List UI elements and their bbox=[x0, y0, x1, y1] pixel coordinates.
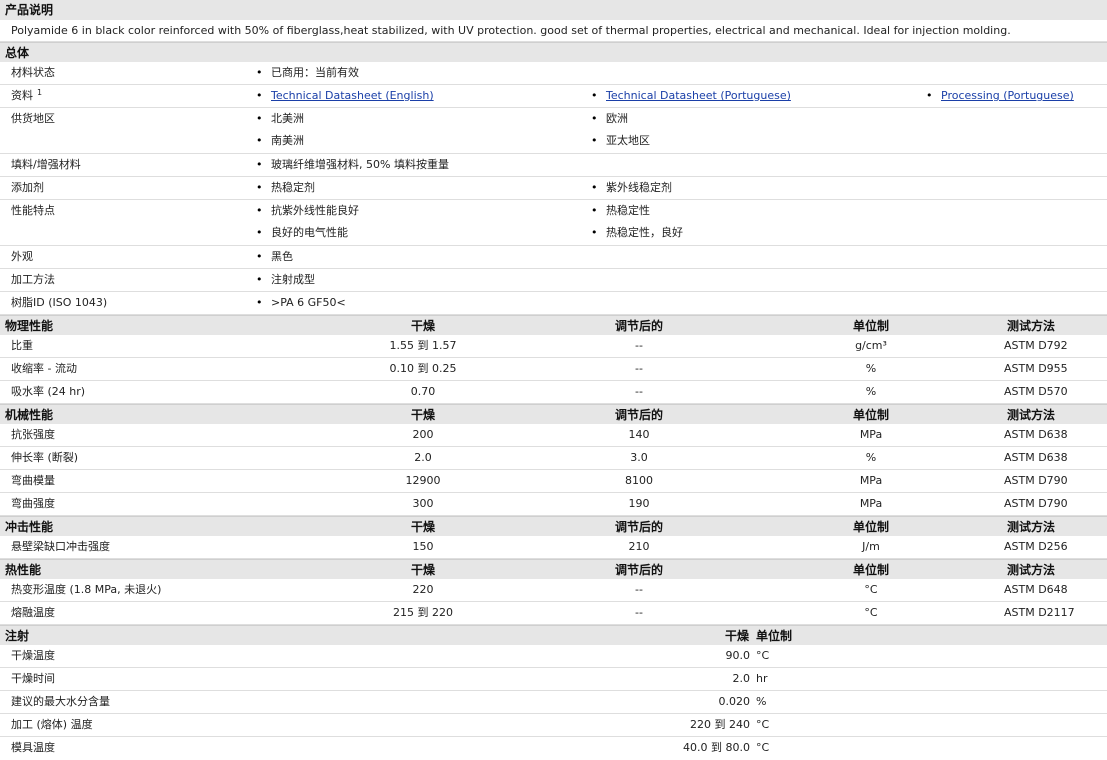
value-item: 亚太地区 bbox=[591, 130, 650, 152]
section-title: 总体 bbox=[5, 46, 30, 60]
value-item: 北美洲 bbox=[256, 108, 304, 130]
table-row: 热变形温度 (1.8 MPa, 未退火) 220 -- °C ASTM D648 bbox=[0, 579, 1107, 602]
section-title: 机械性能 bbox=[5, 408, 54, 422]
row-label: 性能特点 bbox=[11, 204, 55, 217]
table-row: 加工 (熔体) 温度 220 到 240 °C bbox=[0, 714, 1107, 737]
header-test-method: 测试方法 bbox=[1006, 319, 1056, 333]
table-row: 弯曲模量 12900 8100 MPa ASTM D790 bbox=[0, 470, 1107, 493]
value-item: 热稳定性 bbox=[591, 200, 650, 222]
table-row: 收缩率 - 流动 0.10 到 0.25 -- % ASTM D955 bbox=[0, 358, 1107, 381]
value-item: 已商用：当前有效 bbox=[256, 62, 359, 84]
value-item: 热稳定性，良好 bbox=[591, 222, 683, 244]
section-title: 注射 bbox=[5, 629, 30, 643]
value-item: 注射成型 bbox=[256, 269, 315, 291]
row-resin-id: 树脂ID (ISO 1043) >PA 6 GF50< bbox=[0, 292, 1107, 315]
header-unit: 单位制 bbox=[852, 408, 890, 422]
header-dry: 干燥 bbox=[724, 629, 749, 643]
value-item: 南美洲 bbox=[256, 130, 304, 152]
header-dry: 干燥 bbox=[410, 319, 436, 333]
header-test-method: 测试方法 bbox=[1006, 408, 1056, 422]
table-row: 吸水率 (24 hr) 0.70 -- % ASTM D570 bbox=[0, 381, 1107, 404]
table-row: 弯曲强度 300 190 MPa ASTM D790 bbox=[0, 493, 1107, 516]
section-physical: 物理性能 干燥 调节后的 单位制 测试方法 bbox=[0, 315, 1107, 335]
link-datasheet-english[interactable]: Technical Datasheet (English) bbox=[256, 85, 434, 107]
table-row: 建议的最大水分含量 0.020 % bbox=[0, 691, 1107, 714]
table-row: 干燥时间 2.0 hr bbox=[0, 668, 1107, 691]
row-filler: 填料/增强材料 玻璃纤维增强材料, 50% 填料按重量 bbox=[0, 154, 1107, 177]
link-processing-portuguese[interactable]: Processing (Portuguese) bbox=[926, 85, 1074, 107]
row-documents: 资料1 Technical Datasheet (English) Techni… bbox=[0, 85, 1107, 108]
section-thermal: 热性能 干燥 调节后的 单位制 测试方法 bbox=[0, 559, 1107, 579]
header-dry: 干燥 bbox=[410, 408, 436, 422]
section-impact: 冲击性能 干燥 调节后的 单位制 测试方法 bbox=[0, 516, 1107, 536]
value-item: 玻璃纤维增强材料, 50% 填料按重量 bbox=[256, 154, 449, 176]
row-additive: 添加剂 热稳定剂 紫外线稳定剂 bbox=[0, 177, 1107, 200]
value-item: 热稳定剂 bbox=[256, 177, 315, 199]
table-row: 抗张强度 200 140 MPa ASTM D638 bbox=[0, 424, 1107, 447]
header-test-method: 测试方法 bbox=[1006, 520, 1056, 534]
link-datasheet-portuguese[interactable]: Technical Datasheet (Portuguese) bbox=[591, 85, 791, 107]
section-title: 产品说明 bbox=[5, 3, 54, 17]
row-label: 资料 1 bbox=[11, 88, 43, 102]
row-label: 添加剂 bbox=[11, 181, 44, 194]
section-title: 冲击性能 bbox=[5, 520, 54, 534]
row-supply-region: 供货地区 北美洲 欧洲 南美洲 亚太地区 bbox=[0, 108, 1107, 154]
header-dry: 干燥 bbox=[410, 563, 436, 577]
table-row: 悬壁梁缺口冲击强度 150 210 J/m ASTM D256 bbox=[0, 536, 1107, 559]
mechanical-rows: 抗张强度 200 140 MPa ASTM D638 伸长率 (断裂) 2.0 … bbox=[0, 424, 1107, 516]
value-item: 欧洲 bbox=[591, 108, 628, 130]
value-item: 紫外线稳定剂 bbox=[591, 177, 672, 199]
header-test-method: 测试方法 bbox=[1006, 563, 1056, 577]
product-description-text: Polyamide 6 in black color reinforced wi… bbox=[0, 20, 1107, 42]
header-unit: 单位制 bbox=[852, 520, 890, 534]
header-unit: 单位制 bbox=[852, 563, 890, 577]
row-label: 外观 bbox=[11, 250, 33, 263]
header-unit: 单位制 bbox=[756, 629, 793, 643]
row-label: 加工方法 bbox=[11, 273, 55, 286]
row-material-status: 材料状态 已商用：当前有效 bbox=[0, 62, 1107, 85]
row-label: 填料/增强材料 bbox=[11, 158, 81, 171]
row-processing-method: 加工方法 注射成型 bbox=[0, 269, 1107, 292]
row-label: 材料状态 bbox=[11, 66, 55, 79]
value-item: 黑色 bbox=[256, 246, 293, 268]
physical-rows: 比重 1.55 到 1.57 -- g/cm³ ASTM D792 收缩率 - … bbox=[0, 335, 1107, 404]
header-conditioned: 调节后的 bbox=[614, 408, 664, 422]
table-row: 伸长率 (断裂) 2.0 3.0 % ASTM D638 bbox=[0, 447, 1107, 470]
table-row: 模具温度 40.0 到 80.0 °C bbox=[11, 741, 770, 754]
header-unit: 单位制 bbox=[852, 319, 890, 333]
header-conditioned: 调节后的 bbox=[614, 319, 664, 333]
section-mechanical: 机械性能 干燥 调节后的 单位制 测试方法 bbox=[0, 404, 1107, 424]
value-item: 良好的电气性能 bbox=[256, 222, 348, 244]
table-row: 干燥温度 90.0 °C bbox=[0, 645, 1107, 668]
section-title: 热性能 bbox=[5, 563, 42, 577]
section-general: 总体 bbox=[0, 42, 1107, 62]
section-product-description: 产品说明 bbox=[0, 0, 1107, 20]
section-injection: 注射 干燥 单位制 bbox=[0, 625, 1107, 645]
value-item: >PA 6 GF50< bbox=[256, 292, 346, 314]
row-appearance: 外观 黑色 bbox=[0, 246, 1107, 269]
header-conditioned: 调节后的 bbox=[614, 563, 664, 577]
header-conditioned: 调节后的 bbox=[614, 520, 664, 534]
table-row: 比重 1.55 到 1.57 -- g/cm³ ASTM D792 bbox=[0, 335, 1107, 358]
row-label: 树脂ID (ISO 1043) bbox=[11, 296, 108, 309]
row-label: 供货地区 bbox=[11, 112, 55, 125]
row-features: 性能特点 抗紫外线性能良好 热稳定性 良好的电气性能 热稳定性，良好 bbox=[0, 200, 1107, 246]
header-dry: 干燥 bbox=[410, 520, 436, 534]
value-item: 抗紫外线性能良好 bbox=[256, 200, 359, 222]
injection-rows: 干燥温度 90.0 °C 干燥时间 2.0 hr 建议的最大水分含量 0.020… bbox=[0, 645, 1107, 760]
section-title: 物理性能 bbox=[5, 319, 54, 333]
table-row: 熔融温度 215 到 220 -- °C ASTM D2117 bbox=[0, 602, 1107, 625]
thermal-rows: 热变形温度 (1.8 MPa, 未退火) 220 -- °C ASTM D648… bbox=[0, 579, 1107, 625]
